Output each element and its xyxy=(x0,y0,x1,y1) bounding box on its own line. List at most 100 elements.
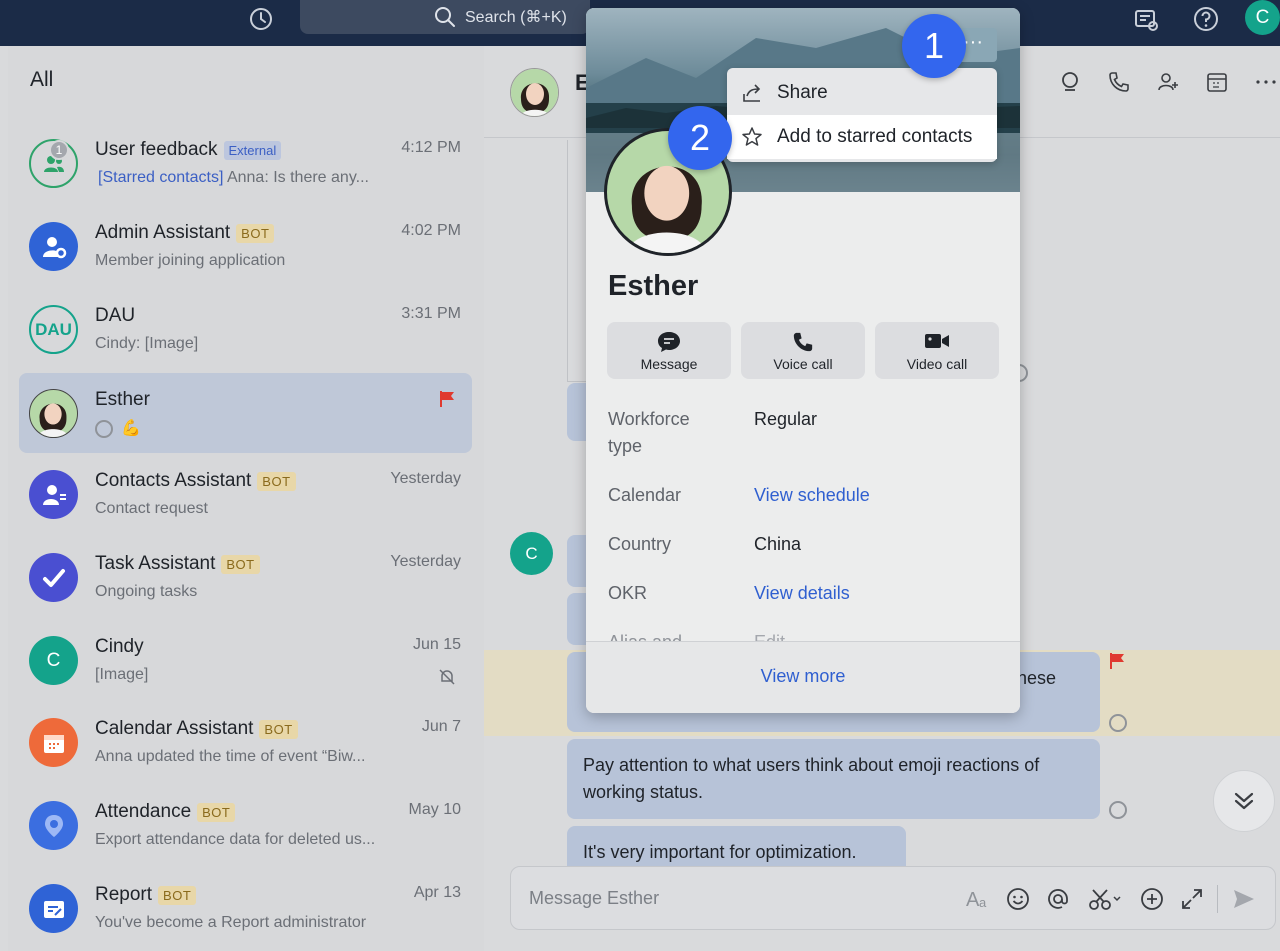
expand-icon[interactable] xyxy=(1179,886,1205,912)
field-value-workforce-type: Regular xyxy=(754,409,818,429)
mention-icon[interactable] xyxy=(1045,886,1071,912)
screenshot-icon[interactable] xyxy=(1087,886,1123,912)
bot-avatar xyxy=(29,801,78,850)
chat-name: Admin Assistant BOT xyxy=(95,222,275,244)
search-bar[interactable]: Search (⌘+K) xyxy=(300,0,590,34)
svg-text:A: A xyxy=(966,889,980,911)
edit-alias-link[interactable]: Edit xyxy=(754,629,785,641)
message-bubble xyxy=(567,535,587,587)
chat-item-cindy[interactable]: C Cindy Jun 15 [Image] xyxy=(19,620,472,700)
add-to-starred-contacts-menu-item[interactable]: Add to starred contacts xyxy=(727,115,997,159)
chat-name: Attendance BOT xyxy=(95,801,236,823)
chat-item-report[interactable]: Report BOT Apr 13 You've become a Report… xyxy=(19,868,472,948)
chat-item-esther[interactable]: Esther 💪 xyxy=(19,373,472,453)
chat-time: 4:02 PM xyxy=(401,222,461,239)
field-label-workforce-type: Workforce type xyxy=(608,409,690,456)
chat-item-contacts-assistant[interactable]: Contacts Assistant BOT Yesterday Contact… xyxy=(19,454,472,534)
composer-divider xyxy=(1217,885,1218,913)
scroll-to-bottom-button[interactable] xyxy=(1213,770,1275,832)
unread-count-badge: 1 xyxy=(49,140,69,160)
person-photo-icon xyxy=(511,69,558,116)
chat-item-attendance[interactable]: Attendance BOT May 10 Export attendance … xyxy=(19,785,472,865)
chat-time: Jun 15 xyxy=(412,636,461,653)
add-member-icon[interactable] xyxy=(1156,70,1180,94)
chat-preview: Anna updated the time of event “Biw... xyxy=(95,748,366,765)
bot-avatar xyxy=(29,222,78,271)
star-icon xyxy=(742,127,762,146)
bot-badge: BOT xyxy=(259,719,298,739)
step-marker-1: 1 xyxy=(902,14,966,78)
chat-time: Jun 7 xyxy=(421,718,461,735)
bot-avatar xyxy=(29,553,78,602)
message-button[interactable]: Message xyxy=(607,322,731,379)
chat-name: DAU xyxy=(95,305,136,326)
chat-item-user-feedback[interactable]: User feedback External 4:12 PM [Starred … xyxy=(19,123,472,203)
chat-name: Task Assistant BOT xyxy=(95,553,260,575)
chat-preview: Contact request xyxy=(95,500,208,517)
message-composer[interactable]: Message Esther A a xyxy=(510,866,1276,930)
chat-name: Cindy xyxy=(95,636,144,657)
avatar: C xyxy=(29,636,78,685)
double-chevron-down-icon xyxy=(1234,792,1254,810)
help-icon[interactable] xyxy=(1191,4,1221,34)
bot-badge: BOT xyxy=(221,554,260,574)
view-okr-details-link[interactable]: View details xyxy=(754,580,850,607)
add-icon[interactable] xyxy=(1139,886,1165,912)
video-call-button[interactable]: Video call xyxy=(875,322,999,379)
chat-preview: You've become a Report administrator xyxy=(95,914,367,931)
flag-icon[interactable] xyxy=(438,390,456,408)
share-menu-item[interactable]: Share xyxy=(727,71,997,115)
chat-name: Report BOT xyxy=(95,884,197,906)
checkmark-icon xyxy=(42,568,65,587)
text-format-icon[interactable]: A a xyxy=(965,886,991,912)
svg-text:a: a xyxy=(979,895,987,910)
card-footer: View more xyxy=(586,641,1020,713)
view-schedule-link[interactable]: View schedule xyxy=(754,482,870,509)
share-icon xyxy=(743,84,761,102)
chat-preview: Export attendance data for deleted us... xyxy=(95,831,376,848)
chat-name: Contacts Assistant BOT xyxy=(95,470,296,492)
read-status-icon xyxy=(1109,714,1127,732)
search-icon xyxy=(435,7,455,27)
notification-panel-icon[interactable] xyxy=(1131,4,1161,34)
bot-badge: BOT xyxy=(197,802,236,822)
message-bubble: It's very important for optimization. xyxy=(567,826,906,866)
field-label-calendar: Calendar xyxy=(608,485,682,505)
chat-time: Yesterday xyxy=(390,470,461,487)
chat-time: May 10 xyxy=(408,801,461,818)
chat-item-admin-assistant[interactable]: Admin Assistant BOT 4:02 PM Member joini… xyxy=(19,206,472,286)
chat-item-task-assistant[interactable]: Task Assistant BOT Yesterday Ongoing tas… xyxy=(19,537,472,617)
search-chat-icon[interactable] xyxy=(1059,70,1083,94)
bot-badge: BOT xyxy=(158,885,197,905)
message-bubble xyxy=(567,593,587,645)
chat-item-calendar-assistant[interactable]: Calendar Assistant BOT Jun 7 Anna update… xyxy=(19,702,472,782)
phone-icon[interactable] xyxy=(1107,70,1131,94)
chat-preview: Cindy: [Image] xyxy=(95,335,199,352)
user-avatar[interactable]: C xyxy=(1245,0,1280,35)
chat-name: User feedback External xyxy=(95,139,282,161)
chat-header-avatar[interactable] xyxy=(510,68,559,117)
calendar-icon[interactable] xyxy=(1205,70,1229,94)
bot-avatar xyxy=(29,470,78,519)
chat-item-dau[interactable]: DAU DAU 3:31 PM Cindy: [Image] xyxy=(19,289,472,369)
more-options-icon[interactable] xyxy=(1254,70,1278,94)
send-icon[interactable] xyxy=(1231,886,1257,912)
calendar-icon xyxy=(43,734,64,753)
chat-preview: [Image] xyxy=(95,666,149,683)
admin-gear-icon xyxy=(42,236,66,258)
chat-name: Esther xyxy=(95,389,150,410)
voice-call-button[interactable]: Voice call xyxy=(741,322,865,379)
message-bubble xyxy=(567,383,587,441)
profile-name: Esther xyxy=(608,270,699,302)
flag-icon[interactable] xyxy=(1108,652,1126,670)
group-avatar: DAU xyxy=(29,305,78,354)
view-more-link[interactable]: View more xyxy=(586,666,1020,687)
history-icon[interactable] xyxy=(246,4,276,34)
field-label-country: Country xyxy=(608,534,672,554)
chat-time: Apr 13 xyxy=(413,884,461,901)
video-camera-icon xyxy=(925,334,949,348)
chat-name: Calendar Assistant BOT xyxy=(95,718,298,740)
sender-avatar: C xyxy=(510,532,553,575)
emoji-icon[interactable] xyxy=(1005,886,1031,912)
image-message-frame xyxy=(567,140,587,382)
